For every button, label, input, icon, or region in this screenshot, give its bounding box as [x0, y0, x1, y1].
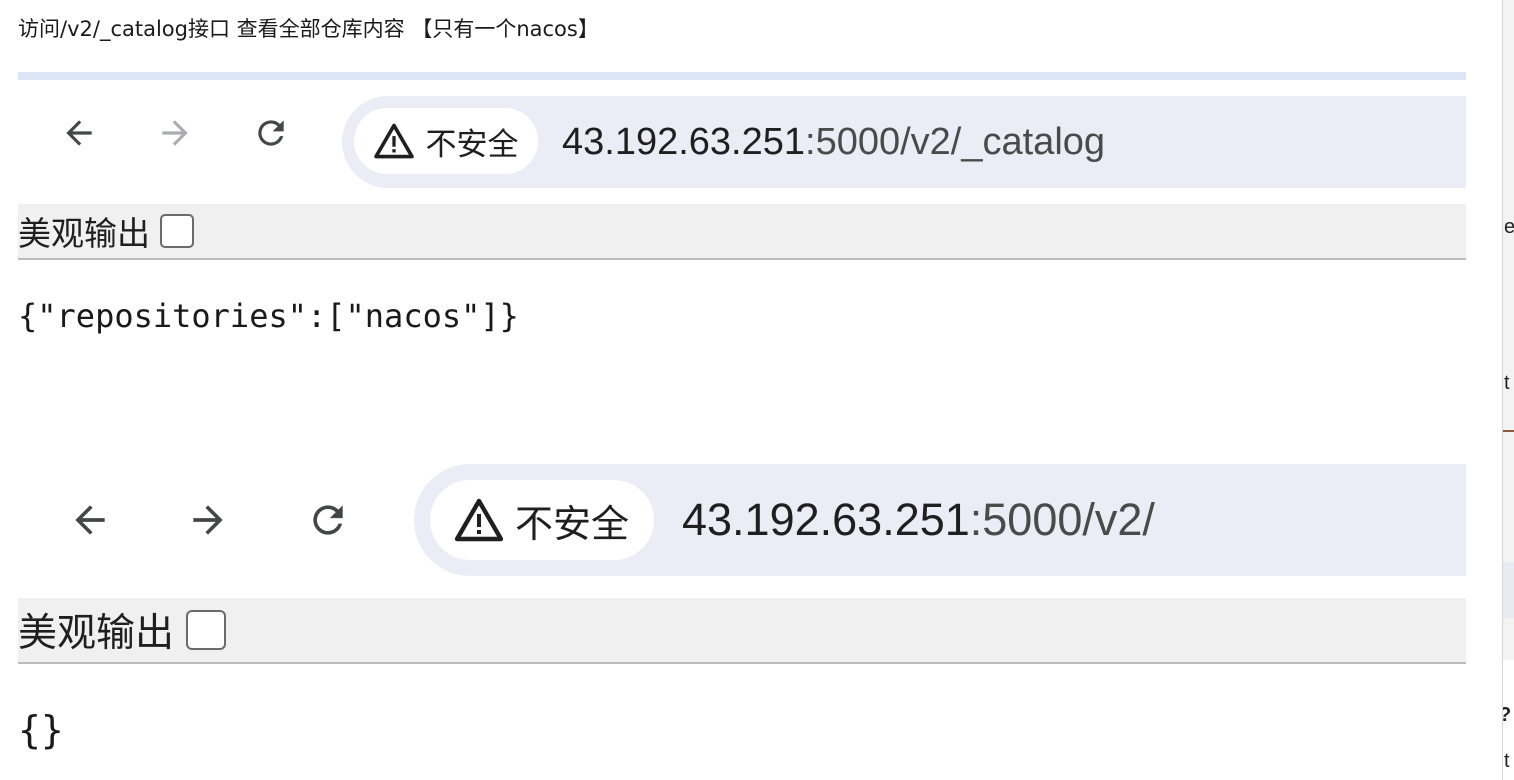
arrow-right-icon — [162, 120, 188, 146]
panel-white: ? t — [1503, 660, 1514, 780]
reload-icon — [258, 120, 284, 146]
security-chip[interactable]: 不安全 — [354, 108, 538, 174]
fragment-text: e — [1504, 216, 1514, 239]
security-label: 不安全 — [425, 126, 519, 163]
arrow-left-icon — [75, 505, 105, 535]
response-body: {} — [18, 708, 64, 752]
url-path: :5000/v2/ — [969, 494, 1155, 545]
divider-line — [1503, 430, 1514, 432]
fragment-text: ? — [1503, 704, 1511, 727]
browser-toolbar: 不安全 43.192.63.251:5000/v2/ — [18, 448, 1466, 598]
url-text: 43.192.63.251:5000/v2/ — [682, 492, 1155, 548]
pretty-print-bar: 美观输出 — [18, 598, 1466, 664]
arrow-left-icon — [66, 120, 92, 146]
fragment-text: t — [1504, 372, 1510, 394]
browser-screenshot-catalog: 不安全 43.192.63.251:5000/v2/_catalog 美观输出 … — [18, 72, 1466, 372]
pretty-print-checkbox[interactable] — [186, 610, 227, 650]
security-label: 不安全 — [514, 501, 629, 546]
panel-block — [1503, 562, 1514, 618]
warning-triangle-icon — [373, 123, 414, 159]
security-chip[interactable]: 不安全 — [430, 480, 654, 560]
caption-text: 访问/v2/_catalog接口 查看全部仓库内容 【只有一个nacos】 — [18, 17, 599, 41]
pretty-print-checkbox[interactable] — [160, 214, 194, 248]
pretty-print-bar: 美观输出 — [18, 204, 1466, 260]
address-bar[interactable]: 不安全 43.192.63.251:5000/v2/_catalog — [342, 96, 1466, 188]
browser-toolbar: 不安全 43.192.63.251:5000/v2/_catalog — [18, 80, 1466, 204]
pretty-print-label: 美观输出 — [18, 214, 150, 253]
tab-strip-edge — [18, 72, 1466, 80]
back-button[interactable] — [64, 494, 116, 546]
address-bar[interactable]: 不安全 43.192.63.251:5000/v2/ — [414, 464, 1466, 576]
warning-triangle-icon — [454, 498, 503, 542]
response-body: {"repositories":["nacos"]} — [18, 297, 519, 335]
url-path: :5000/v2/_catalog — [805, 121, 1106, 163]
fragment-text: t — [1504, 750, 1510, 772]
url-host: 43.192.63.251 — [682, 494, 970, 545]
forward-button[interactable] — [182, 494, 234, 546]
reload-button[interactable] — [248, 110, 294, 156]
arrow-right-icon — [193, 505, 223, 535]
url-text: 43.192.63.251:5000/v2/_catalog — [562, 118, 1105, 166]
pretty-print-label: 美观输出 — [18, 611, 175, 656]
reload-icon — [313, 505, 343, 535]
reload-button[interactable] — [302, 494, 354, 546]
back-button[interactable] — [56, 110, 102, 156]
url-host: 43.192.63.251 — [562, 121, 806, 163]
adjacent-window-edge: e t ? t — [1502, 0, 1514, 780]
browser-screenshot-root: 不安全 43.192.63.251:5000/v2/ 美观输出 {} — [18, 448, 1466, 780]
forward-button[interactable] — [152, 110, 198, 156]
